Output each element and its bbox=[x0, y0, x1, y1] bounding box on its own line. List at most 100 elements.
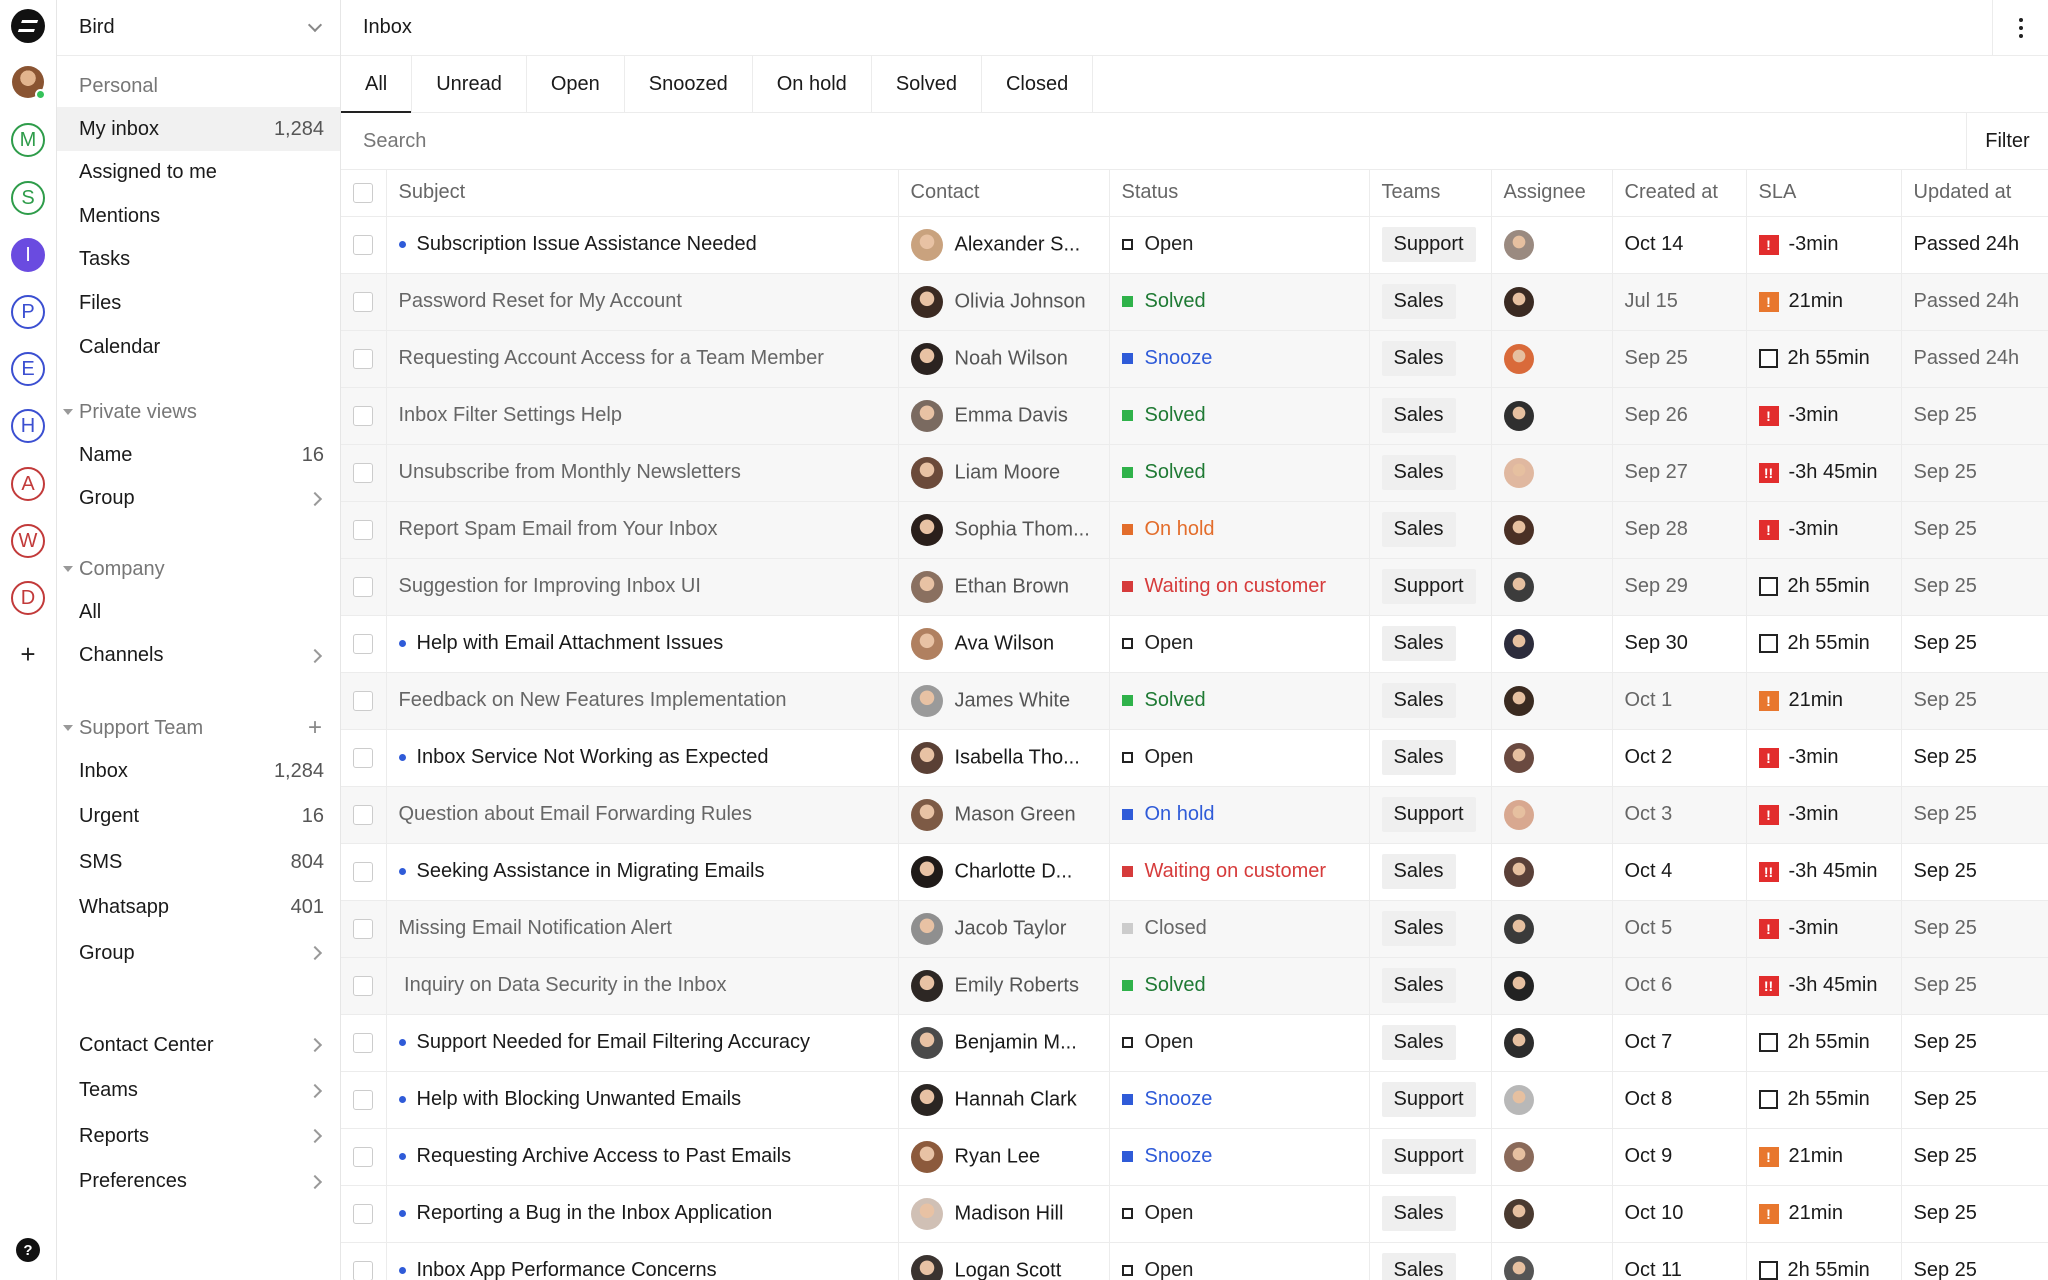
row-checkbox[interactable] bbox=[353, 348, 373, 369]
team-cell[interactable]: Support bbox=[1369, 1071, 1492, 1129]
status-cell[interactable]: Waiting on customer bbox=[1109, 558, 1370, 616]
status-cell[interactable]: Solved bbox=[1109, 273, 1370, 331]
sidebar-item-sms[interactable]: SMS 804 bbox=[57, 840, 340, 884]
table-row[interactable]: Feedback on New Features Implementation J… bbox=[341, 672, 2048, 730]
subject-cell[interactable]: Reporting a Bug in the Inbox Application bbox=[386, 1185, 899, 1243]
assignee-cell[interactable] bbox=[1491, 501, 1613, 559]
assignee-cell[interactable] bbox=[1491, 387, 1613, 445]
row-checkbox[interactable] bbox=[353, 1089, 373, 1110]
subject-cell[interactable]: Requesting Archive Access to Past Emails bbox=[386, 1128, 899, 1186]
workspace-switcher[interactable]: Bird bbox=[57, 0, 340, 56]
assignee-cell[interactable] bbox=[1491, 615, 1613, 673]
workspace-logo[interactable] bbox=[10, 8, 46, 44]
status-cell[interactable]: On hold bbox=[1109, 501, 1370, 559]
status-cell[interactable]: Solved bbox=[1109, 957, 1370, 1015]
table-row[interactable]: Password Reset for My Account Olivia John… bbox=[341, 273, 2048, 331]
table-row[interactable]: Reporting a Bug in the Inbox Application… bbox=[341, 1185, 2048, 1243]
team-cell[interactable]: Sales bbox=[1369, 672, 1492, 730]
table-row[interactable]: Question about Email Forwarding Rules Mas… bbox=[341, 786, 2048, 844]
table-row[interactable]: Suggestion for Improving Inbox UI Ethan B… bbox=[341, 558, 2048, 616]
team-cell[interactable]: Sales bbox=[1369, 1014, 1492, 1072]
team-cell[interactable]: Support bbox=[1369, 558, 1492, 616]
row-checkbox[interactable] bbox=[353, 633, 373, 654]
team-cell[interactable]: Support bbox=[1369, 1128, 1492, 1186]
status-cell[interactable]: Open bbox=[1109, 1014, 1370, 1072]
search-input[interactable] bbox=[341, 113, 1966, 169]
status-cell[interactable]: Open bbox=[1109, 1242, 1370, 1280]
column-header-status[interactable]: Status bbox=[1109, 170, 1370, 217]
row-checkbox[interactable] bbox=[353, 1146, 373, 1167]
table-row[interactable]: Help with Blocking Unwanted Emails Hannah… bbox=[341, 1071, 2048, 1129]
sidebar-item-inbox[interactable]: Inbox 1,284 bbox=[57, 749, 340, 793]
status-cell[interactable]: Snooze bbox=[1109, 1128, 1370, 1186]
column-header-assignee[interactable]: Assignee bbox=[1491, 170, 1613, 217]
row-checkbox[interactable] bbox=[353, 747, 373, 768]
row-checkbox[interactable] bbox=[353, 918, 373, 939]
contact-cell[interactable]: Madison Hill bbox=[898, 1185, 1110, 1243]
table-row[interactable]: Inquiry on Data Security in the Inbox Emi… bbox=[341, 957, 2048, 1015]
tab-all[interactable]: All bbox=[341, 56, 413, 113]
row-checkbox[interactable] bbox=[353, 1203, 373, 1224]
team-cell[interactable]: Sales bbox=[1369, 843, 1492, 901]
assignee-cell[interactable] bbox=[1491, 900, 1613, 958]
contact-cell[interactable]: Sophia Thom... bbox=[898, 501, 1110, 559]
column-header-updated-at[interactable]: Updated at bbox=[1901, 170, 2048, 217]
contact-cell[interactable]: Olivia Johnson bbox=[898, 273, 1110, 331]
subject-cell[interactable]: Question about Email Forwarding Rules bbox=[386, 786, 899, 844]
tab-solved[interactable]: Solved bbox=[872, 56, 982, 112]
sidebar-section-support-team[interactable]: Support Team + bbox=[57, 706, 340, 750]
team-cell[interactable]: Sales bbox=[1369, 729, 1492, 787]
team-cell[interactable]: Sales bbox=[1369, 900, 1492, 958]
assignee-cell[interactable] bbox=[1491, 330, 1613, 388]
sidebar-item-channels[interactable]: Channels bbox=[57, 634, 340, 678]
subject-cell[interactable]: Inbox App Performance Concerns bbox=[386, 1242, 899, 1280]
subject-cell[interactable]: Unsubscribe from Monthly Newsletters bbox=[386, 444, 899, 502]
sidebar-item-calendar[interactable]: Calendar bbox=[57, 325, 340, 369]
team-cell[interactable]: Sales bbox=[1369, 957, 1492, 1015]
assignee-cell[interactable] bbox=[1491, 672, 1613, 730]
sidebar-item-group[interactable]: Group bbox=[57, 477, 340, 521]
tab-closed[interactable]: Closed bbox=[982, 56, 1094, 112]
row-checkbox[interactable] bbox=[353, 975, 373, 996]
team-cell[interactable]: Sales bbox=[1369, 615, 1492, 673]
row-checkbox[interactable] bbox=[353, 690, 373, 711]
team-cell[interactable]: Sales bbox=[1369, 444, 1492, 502]
assignee-cell[interactable] bbox=[1491, 216, 1613, 274]
assignee-cell[interactable] bbox=[1491, 729, 1613, 787]
more-options-icon[interactable] bbox=[1992, 0, 2048, 56]
filter-button[interactable]: Filter bbox=[1966, 113, 2048, 169]
assignee-cell[interactable] bbox=[1491, 1242, 1613, 1280]
column-header-created-at[interactable]: Created at bbox=[1612, 170, 1747, 217]
team-cell[interactable]: Support bbox=[1369, 216, 1492, 274]
contact-cell[interactable]: James White bbox=[898, 672, 1110, 730]
contact-cell[interactable]: Ryan Lee bbox=[898, 1128, 1110, 1186]
sidebar-item-mentions[interactable]: Mentions bbox=[57, 194, 340, 238]
table-row[interactable]: Subscription Issue Assistance Needed Alex… bbox=[341, 216, 2048, 274]
contact-cell[interactable]: Mason Green bbox=[898, 786, 1110, 844]
team-cell[interactable]: Sales bbox=[1369, 1242, 1492, 1280]
contact-cell[interactable]: Liam Moore bbox=[898, 444, 1110, 502]
assignee-cell[interactable] bbox=[1491, 273, 1613, 331]
subject-cell[interactable]: Suggestion for Improving Inbox UI bbox=[386, 558, 899, 616]
status-cell[interactable]: Closed bbox=[1109, 900, 1370, 958]
status-cell[interactable]: Snooze bbox=[1109, 1071, 1370, 1129]
contact-cell[interactable]: Alexander S... bbox=[898, 216, 1110, 274]
sidebar-section-company[interactable]: Company bbox=[57, 547, 340, 591]
workspace-user-avatar[interactable] bbox=[10, 64, 46, 100]
status-cell[interactable]: Solved bbox=[1109, 387, 1370, 445]
contact-cell[interactable]: Charlotte D... bbox=[898, 843, 1110, 901]
table-row[interactable]: Requesting Account Access for a Team Mem… bbox=[341, 330, 2048, 388]
contact-cell[interactable]: Isabella Tho... bbox=[898, 729, 1110, 787]
subject-cell[interactable]: Subscription Issue Assistance Needed bbox=[386, 216, 899, 274]
workspace-d[interactable]: D bbox=[10, 580, 46, 616]
column-header-sla[interactable]: SLA bbox=[1746, 170, 1902, 217]
sidebar-item-whatsapp[interactable]: Whatsapp 401 bbox=[57, 886, 340, 930]
row-checkbox[interactable] bbox=[353, 462, 373, 483]
add-view-icon[interactable]: + bbox=[308, 714, 322, 742]
status-cell[interactable]: Open bbox=[1109, 216, 1370, 274]
column-header-teams[interactable]: Teams bbox=[1369, 170, 1492, 217]
contact-cell[interactable]: Emily Roberts bbox=[898, 957, 1110, 1015]
sidebar-item-reports[interactable]: Reports bbox=[57, 1114, 340, 1158]
row-checkbox[interactable] bbox=[353, 234, 373, 255]
team-cell[interactable]: Support bbox=[1369, 786, 1492, 844]
